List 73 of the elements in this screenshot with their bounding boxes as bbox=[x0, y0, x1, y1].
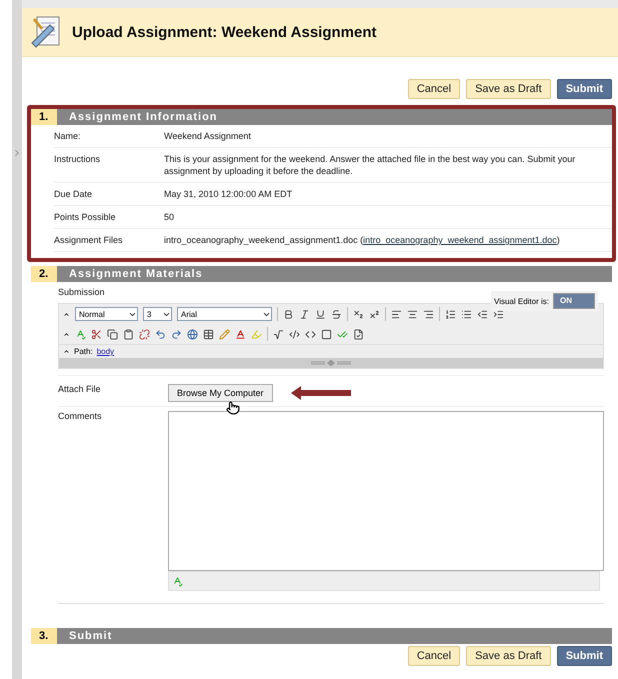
numbered-list-icon[interactable] bbox=[445, 308, 456, 320]
section-header: Submit bbox=[57, 628, 612, 644]
field-label: Attach File bbox=[58, 384, 102, 396]
spellcheck-icon[interactable] bbox=[172, 576, 183, 586]
field-label: Submission bbox=[58, 287, 106, 297]
scissors-icon[interactable] bbox=[91, 328, 102, 340]
arrow-icon bbox=[288, 385, 353, 401]
collapse-icon[interactable] bbox=[63, 330, 70, 338]
text-color-icon[interactable] bbox=[235, 328, 246, 340]
toggle-label: Visual Editor is: bbox=[494, 296, 549, 306]
field-value: 50 bbox=[164, 211, 176, 223]
pencil-icon[interactable] bbox=[219, 328, 230, 340]
assignment-icon bbox=[30, 15, 62, 49]
align-center-icon[interactable] bbox=[407, 308, 418, 320]
action-button[interactable]: Cancel bbox=[408, 79, 460, 99]
action-button[interactable]: Save as Draft bbox=[466, 79, 551, 99]
section-number: 1. bbox=[31, 109, 57, 125]
redo-icon[interactable] bbox=[171, 328, 182, 340]
align-left-icon[interactable] bbox=[391, 308, 402, 320]
font-dropdown[interactable]: Arial bbox=[177, 307, 272, 321]
window-icon[interactable] bbox=[321, 328, 332, 340]
resize-handle[interactable] bbox=[59, 358, 603, 368]
strikethrough-icon[interactable] bbox=[331, 308, 342, 320]
browse-button[interactable]: Browse My Computer bbox=[168, 384, 273, 402]
align-right-icon[interactable] bbox=[423, 308, 434, 320]
spellcheck-icon[interactable] bbox=[75, 328, 86, 340]
path-label: Path: bbox=[74, 347, 93, 356]
html-icon[interactable] bbox=[305, 328, 316, 340]
copy-icon[interactable] bbox=[107, 328, 118, 340]
check-icon[interactable] bbox=[337, 328, 348, 340]
subscript-icon[interactable] bbox=[353, 308, 364, 320]
underline-icon[interactable] bbox=[315, 308, 326, 320]
clipboard-icon[interactable] bbox=[123, 328, 134, 340]
action-button[interactable]: Cancel bbox=[408, 646, 460, 666]
outdent-icon[interactable] bbox=[477, 308, 488, 320]
section-number: 2. bbox=[31, 266, 57, 282]
visual-editor-switch[interactable]: ON bbox=[553, 293, 595, 309]
collapse-icon[interactable] bbox=[63, 310, 70, 318]
path-link[interactable]: body bbox=[96, 347, 114, 356]
page-title: Upload Assignment: Weekend Assignment bbox=[72, 24, 376, 40]
field-label: Points Possible bbox=[54, 211, 117, 223]
field-label: Assignment Files bbox=[54, 234, 124, 246]
italic-icon[interactable] bbox=[299, 308, 310, 320]
format-dropdown[interactable]: Normal bbox=[75, 307, 138, 321]
indent-icon[interactable] bbox=[493, 308, 504, 320]
field-value: This is your assignment for the weekend. Answer the attached file in the best way you can. Submit your assignment by uploading it before the deadline. bbox=[164, 153, 576, 177]
undo-icon[interactable] bbox=[155, 328, 166, 340]
submit-button[interactable]: Submit bbox=[556, 646, 612, 666]
field-value: May 31, 2010 12:00:00 AM EDT bbox=[164, 188, 294, 200]
section-header: Assignment Information bbox=[57, 109, 612, 125]
superscript-icon[interactable] bbox=[369, 308, 380, 320]
section-number: 3. bbox=[31, 628, 57, 644]
action-button[interactable]: Save as Draft bbox=[466, 646, 551, 666]
field-label: Name: bbox=[54, 130, 82, 142]
document-icon[interactable] bbox=[353, 328, 364, 340]
field-value: Weekend Assignment bbox=[164, 130, 252, 142]
field-label: Instructions bbox=[54, 153, 102, 166]
bullet-list-icon[interactable] bbox=[461, 308, 472, 320]
unlink-icon[interactable] bbox=[139, 328, 150, 340]
section-header: Assignment Materials bbox=[57, 266, 612, 282]
submit-button[interactable]: Submit bbox=[556, 79, 612, 99]
code-icon[interactable] bbox=[289, 328, 300, 340]
globe-icon[interactable] bbox=[187, 328, 198, 340]
comments-field[interactable] bbox=[168, 411, 604, 571]
field-label: Due Date bbox=[54, 188, 94, 200]
file-link[interactable]: intro_oceanography_weekend_assignment1.doc bbox=[363, 235, 557, 245]
collapse-icon[interactable] bbox=[63, 348, 70, 355]
size-dropdown[interactable]: 3 bbox=[143, 307, 172, 321]
field-label: Comments bbox=[58, 411, 103, 423]
bold-icon[interactable] bbox=[283, 308, 294, 320]
field-value: intro_oceanography_weekend_assignment1.doc (intro_oceanography_weekend_assignment1.doc) bbox=[164, 234, 561, 246]
table-icon[interactable] bbox=[203, 328, 214, 340]
math-icon[interactable] bbox=[273, 328, 284, 340]
